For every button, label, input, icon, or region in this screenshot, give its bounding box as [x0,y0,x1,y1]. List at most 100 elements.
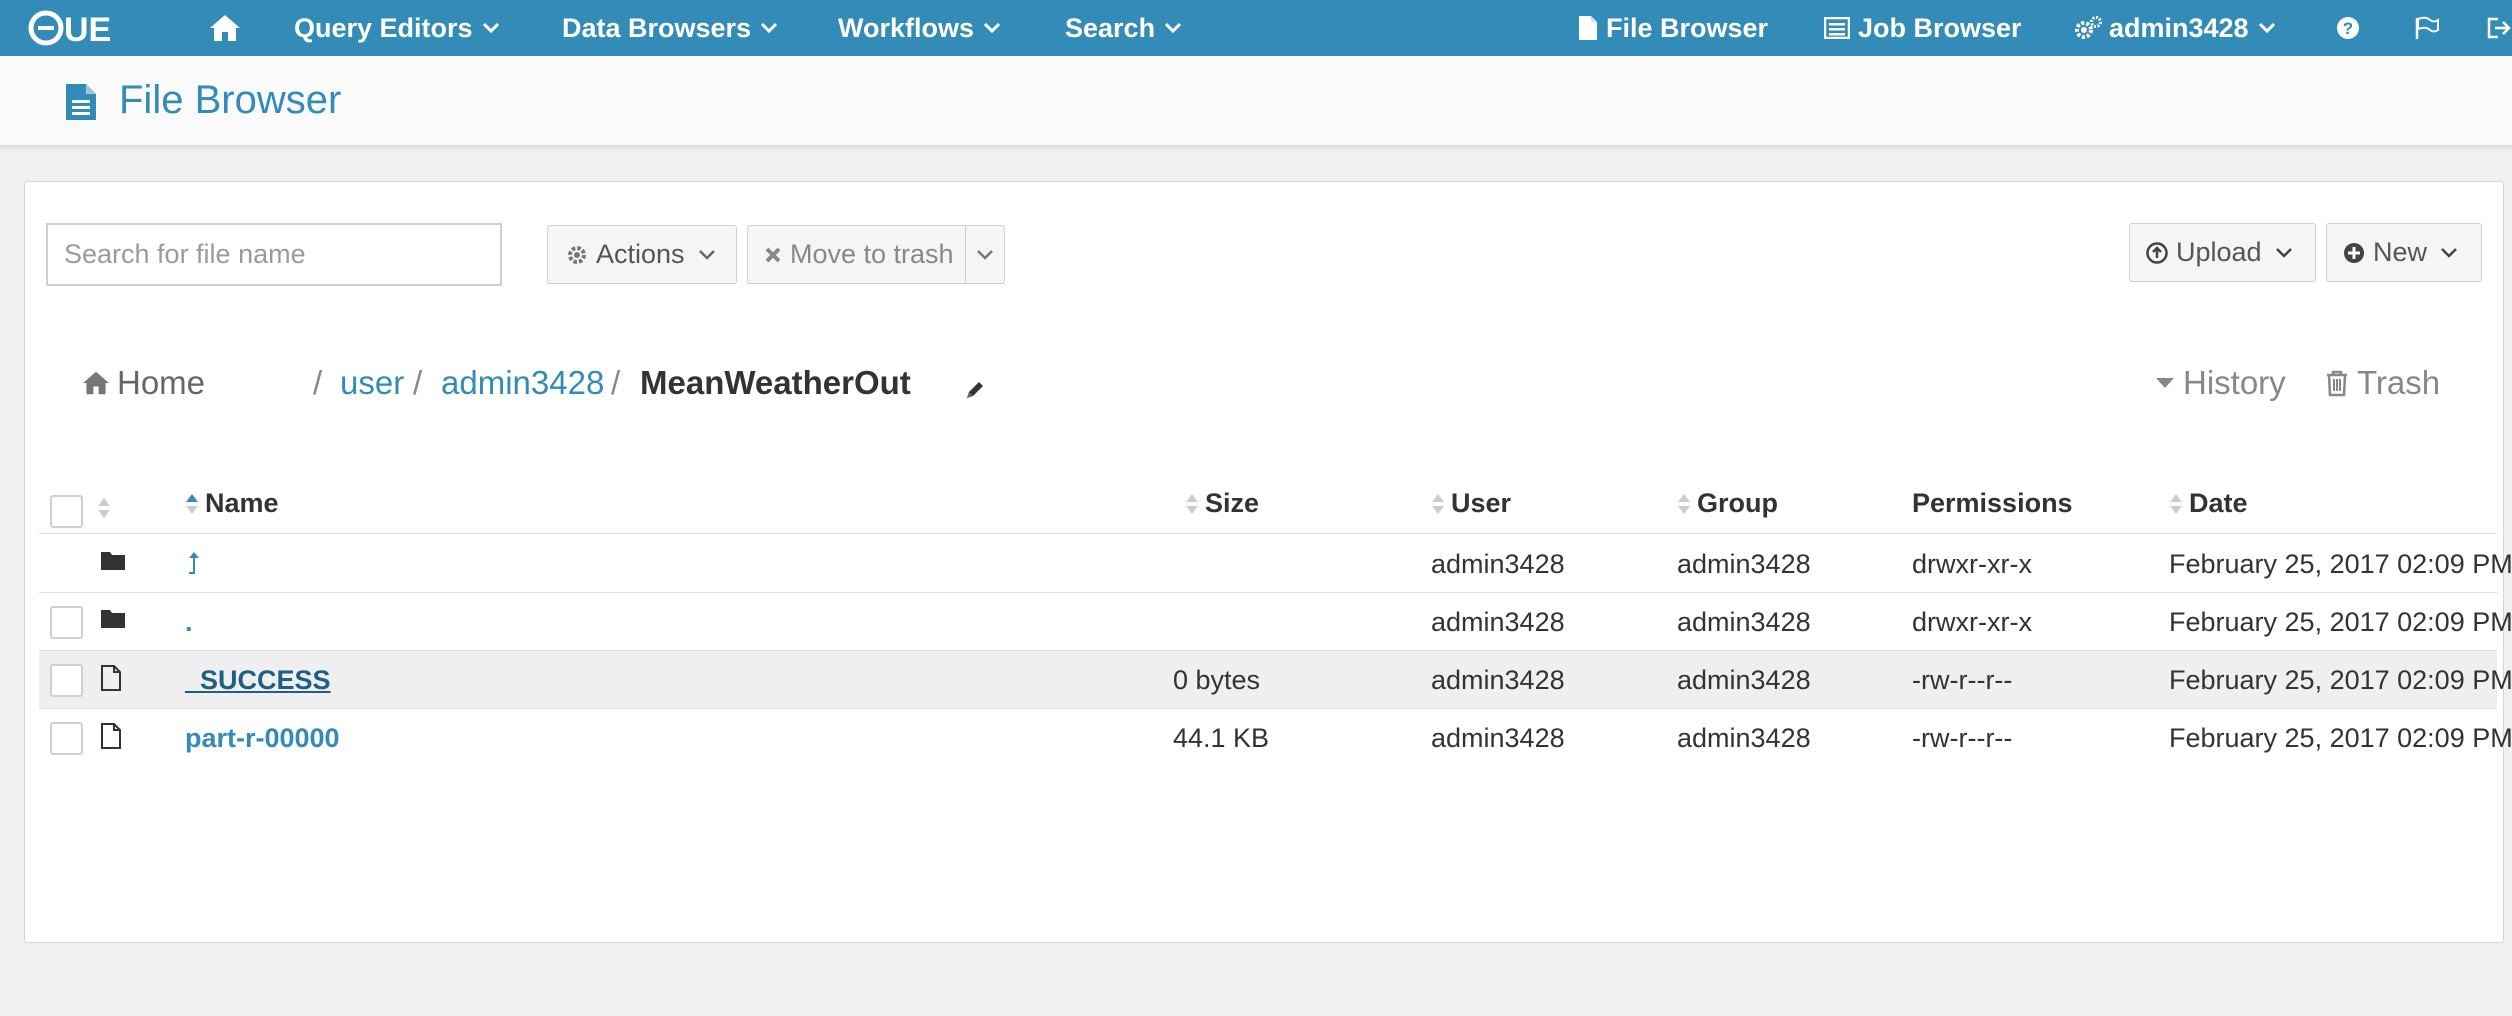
file-permissions: -rw-r--r-- [1912,722,2013,753]
nav-job-browser[interactable]: Job Browser [1824,0,2022,56]
hue-logo[interactable]: UE [28,10,140,51]
trash-icon [2327,370,2347,397]
select-all-checkbox[interactable] [50,495,83,528]
column-date-label: Date [2189,488,2248,518]
chevron-down-icon [2275,247,2292,258]
data-browsers-label: Data Browsers [562,12,752,43]
column-user-label: User [1451,488,1512,518]
help-icon[interactable]: ? [2336,0,2360,56]
folder-icon [101,610,125,628]
breadcrumb-current: MeanWeatherOut [640,364,911,401]
row-checkbox[interactable] [50,606,83,639]
chevron-down-icon [1165,23,1182,33]
history-button[interactable]: History [2155,364,2286,402]
move-to-trash-label: Move to trash [790,239,954,269]
file-icon [1579,16,1597,40]
column-name-label: Name [205,488,279,518]
flag-icon[interactable] [2414,0,2440,56]
level-up-icon [189,552,199,574]
table-row[interactable]: _SUCCESS 0 bytes admin3428 admin3428 -rw… [39,651,2512,709]
menu-search[interactable]: Search [1065,0,1182,56]
file-date: February 25, 2017 02:09 PM [2169,722,2512,753]
close-icon [765,247,781,262]
trash-button[interactable]: Trash [2325,364,2440,402]
trash-label: Trash [2357,364,2441,401]
svg-text:UE: UE [64,11,111,46]
file-group: admin3428 [1677,606,1811,637]
file-icon [101,723,121,749]
sort-type-icon[interactable] [97,496,111,520]
breadcrumb-separator: / [413,364,423,401]
upload-circle-icon [2146,241,2168,264]
table-row[interactable]: admin3428 admin3428 drwxr-xr-x February … [39,535,2512,593]
logout-icon[interactable] [2486,0,2512,56]
file-name-link[interactable]: _SUCCESS [185,651,331,709]
menu-query-editors[interactable]: Query Editors [294,0,499,56]
file-text-icon [66,84,96,120]
column-name[interactable]: Name [185,488,279,519]
sort-asc-icon [186,493,198,514]
chevron-down-icon [2441,247,2457,258]
list-icon [1824,17,1850,39]
svg-text:?: ? [2343,19,2353,38]
chevron-down-icon [698,249,715,260]
job-browser-label: Job Browser [1858,12,2022,43]
file-group: admin3428 [1677,664,1811,695]
file-user: admin3428 [1431,722,1565,753]
column-user[interactable]: User [1431,488,1511,519]
search-label: Search [1065,12,1156,43]
sort-icon [1432,493,1444,514]
user-menu[interactable]: admin3428 [2073,0,2275,56]
chevron-down-icon [482,23,499,33]
column-group-label: Group [1697,488,1778,518]
breadcrumb-separator: / [313,364,323,401]
file-size: 0 bytes [1173,664,1261,695]
file-browser-label: File Browser [1606,12,1769,43]
trash-options-dropdown[interactable] [965,225,1005,284]
new-button[interactable]: New [2326,223,2482,282]
actions-label: Actions [596,239,685,269]
file-permissions: -rw-r--r-- [1912,664,2013,695]
nav-file-browser[interactable]: File Browser [1578,0,1768,56]
file-icon [101,665,121,691]
edit-path-icon[interactable] [963,372,987,410]
home-icon[interactable] [208,0,242,56]
row-checkbox[interactable] [50,722,83,755]
table-row[interactable]: . admin3428 admin3428 drwxr-xr-x Februar… [39,593,2512,651]
upload-button[interactable]: Upload [2129,223,2316,282]
chevron-down-icon [761,23,778,33]
page-title: File Browser [119,78,342,122]
column-permissions[interactable]: Permissions [1912,488,2073,519]
column-date[interactable]: Date [2169,488,2248,519]
page-header: File Browser [0,56,2512,146]
file-user: admin3428 [1431,606,1565,637]
sort-icon [2170,493,2182,514]
sort-icon [1678,493,1690,514]
column-permissions-label: Permissions [1912,488,2073,518]
search-field[interactable] [46,223,502,286]
menu-workflows[interactable]: Workflows [838,0,1001,56]
breadcrumb-home[interactable]: Home [81,364,205,402]
file-name-link[interactable]: part-r-00000 [185,709,340,767]
actions-button[interactable]: Actions [547,225,737,284]
history-label: History [2183,364,2286,401]
parent-directory-link[interactable] [185,535,203,593]
breadcrumb-admin3428[interactable]: admin3428 [441,364,604,402]
column-group[interactable]: Group [1677,488,1778,519]
breadcrumb-user[interactable]: user [340,364,404,402]
query-editors-label: Query Editors [294,12,473,43]
file-name-link[interactable]: . [185,593,193,651]
file-user: admin3428 [1431,548,1565,579]
chevron-down-icon [977,249,993,260]
column-size[interactable]: Size [1185,488,1259,519]
menu-data-browsers[interactable]: Data Browsers [562,0,778,56]
row-checkbox[interactable] [50,664,83,697]
chevron-down-icon [984,23,1001,33]
table-row[interactable]: part-r-00000 44.1 KB admin3428 admin3428… [39,709,2512,767]
folder-icon [101,552,125,570]
file-date: February 25, 2017 02:09 PM [2169,664,2512,695]
sort-icon [1186,493,1198,514]
move-to-trash-button[interactable]: Move to trash [747,225,966,284]
file-size: 44.1 KB [1173,722,1270,753]
search-input[interactable] [64,239,500,270]
